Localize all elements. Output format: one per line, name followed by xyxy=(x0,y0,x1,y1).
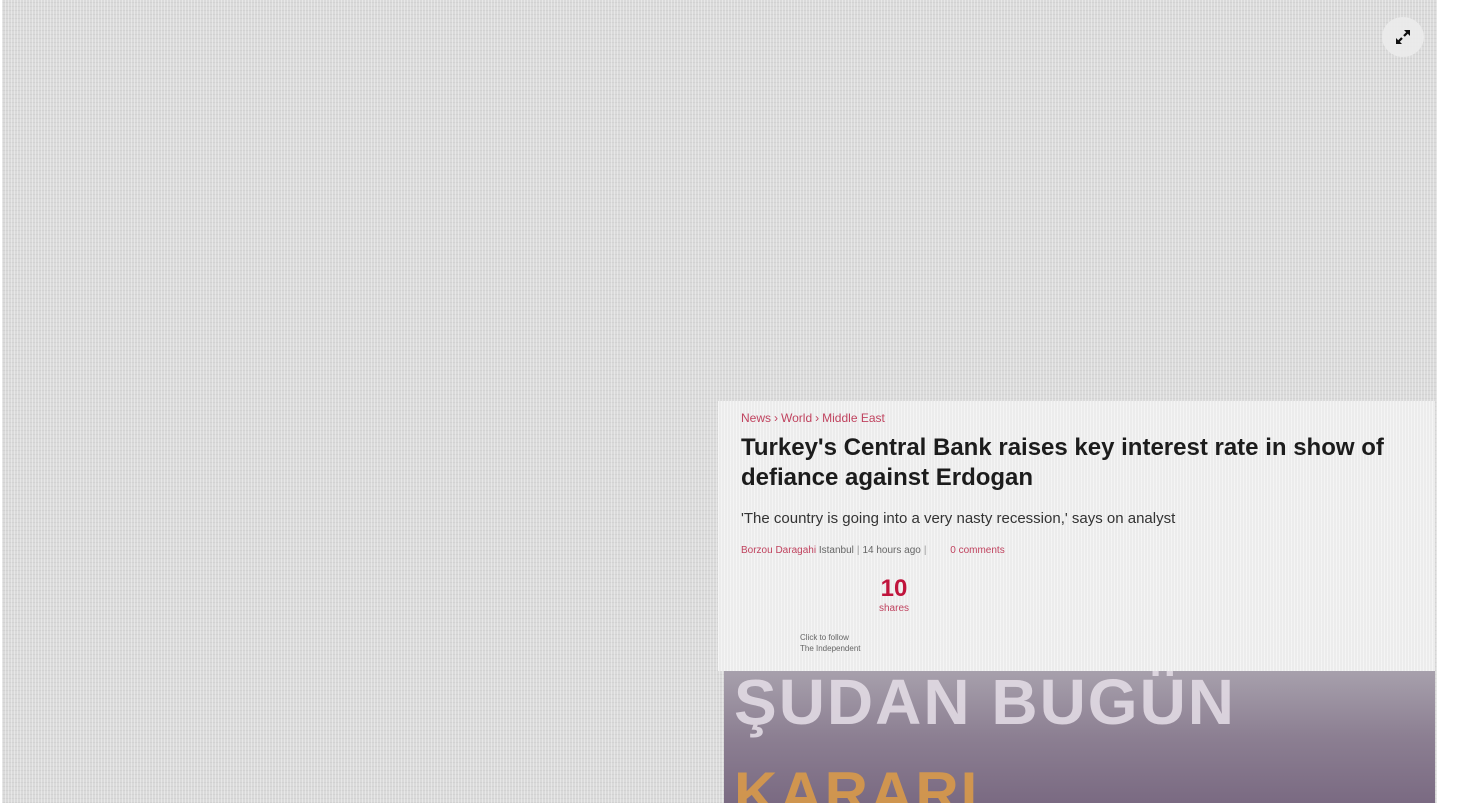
article-screenshot: News › World › Middle East Turkey's Central … xyxy=(718,401,1435,671)
article-photo: ŞUDAN BUGÜN KARARI xyxy=(724,671,1435,803)
article-headline: Turkey's Central Bank raises key interes… xyxy=(741,434,1384,491)
author-link[interactable]: Borzou Daragahi xyxy=(741,545,816,556)
breadcrumb-separator: › xyxy=(774,411,779,425)
byline-location: Istanbul xyxy=(818,545,854,556)
share-count-label: shares xyxy=(878,603,909,614)
share-count-number: 10 xyxy=(880,575,908,602)
byline-time: 14 hours ago xyxy=(862,545,921,556)
follow-line-2: The Independent xyxy=(800,644,861,653)
photo-banner-text-bottom: KARARI xyxy=(734,760,980,803)
breadcrumb-separator: › xyxy=(815,411,820,425)
follow-link[interactable]: Click to follow The Independent xyxy=(800,632,861,654)
breadcrumb-item-news[interactable]: News xyxy=(741,411,771,425)
article-standfirst: 'The country is going into a very nasty … xyxy=(741,510,1176,527)
share-count: 10 shares xyxy=(874,575,914,614)
photo-banner-text-top: ŞUDAN BUGÜN xyxy=(734,671,1236,738)
breadcrumb-item-world[interactable]: World xyxy=(781,411,812,425)
article-byline: Borzou Daragahi Istanbul | 14 hours ago | 0… xyxy=(741,545,1005,556)
comments-link[interactable]: 0 comments xyxy=(950,545,1004,556)
expand-arrows-icon xyxy=(1394,28,1412,46)
byline-divider: | xyxy=(856,545,860,556)
byline-divider: | xyxy=(923,545,927,556)
expand-button[interactable] xyxy=(1382,17,1424,57)
breadcrumb-item-middle-east[interactable]: Middle East xyxy=(822,411,885,425)
breadcrumb: News › World › Middle East xyxy=(741,411,885,425)
follow-line-1: Click to follow xyxy=(800,633,849,642)
